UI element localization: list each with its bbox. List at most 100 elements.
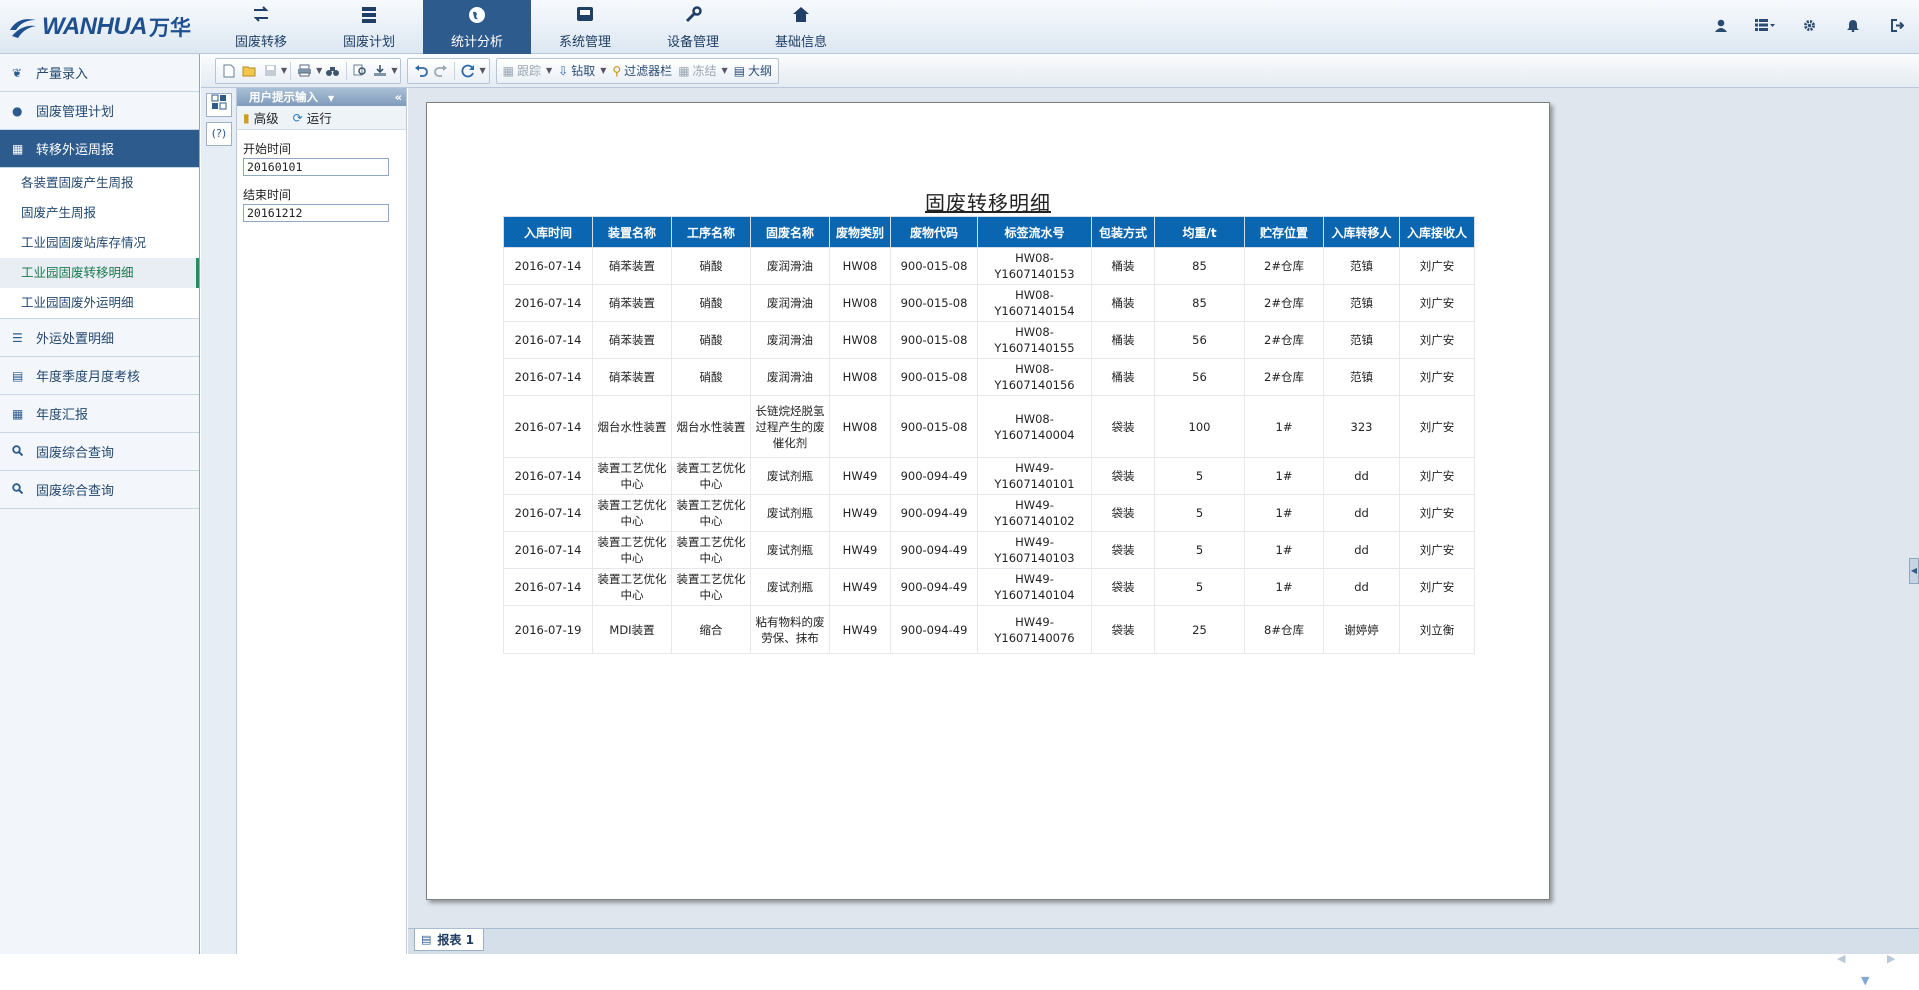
sidebar-item-transfer-weekly[interactable]: ▦ 转移外运周报 (0, 130, 199, 168)
user-icon[interactable] (1699, 19, 1743, 36)
redo-icon[interactable] (431, 61, 451, 81)
toolbar-divider (290, 61, 292, 80)
column-header[interactable]: 装置名称 (592, 216, 672, 248)
brand-logo[interactable]: WANHUA 万华 (8, 12, 191, 42)
sheet-tab-report-1[interactable]: ▤ 报表 1 (414, 929, 484, 951)
column-header[interactable]: 均重/t (1154, 216, 1245, 248)
sidebar-item-annual-report[interactable]: ▦ 年度汇报 (0, 395, 199, 433)
header-actions (1699, 0, 1919, 54)
wanhua-logo-icon (8, 12, 38, 42)
sidebar-item-assessment[interactable]: ▤ 年度季度月度考核 (0, 357, 199, 395)
submenu-item-unit-weekly[interactable]: 各装置固废产生周报 (0, 168, 199, 198)
column-header[interactable]: 入库转移人 (1323, 216, 1400, 248)
nav-basic-info[interactable]: 基础信息 (747, 0, 855, 54)
table-cell: 56 (1154, 358, 1245, 396)
advanced-button[interactable]: ▮ 高级 (243, 108, 279, 127)
help-icon[interactable]: (?) (206, 122, 232, 146)
sidebar-item-label: 年度季度月度考核 (36, 370, 141, 385)
open-folder-icon[interactable] (239, 61, 260, 81)
refresh-icon[interactable] (458, 61, 478, 81)
table-cell: 桶装 (1091, 247, 1155, 285)
sidebar-item-query-2[interactable]: 固废综合查询 (0, 471, 199, 509)
table-cell: 2016-07-14 (503, 531, 593, 569)
table-cell: 装置工艺优化中心 (592, 457, 672, 495)
nav-solid-waste-transfer[interactable]: 固废转移 (207, 0, 315, 54)
undo-icon[interactable] (411, 61, 431, 81)
arrow-down-icon[interactable]: ▼ (1861, 974, 1869, 987)
sidebar-item-label: 固废管理计划 (36, 105, 115, 120)
nav-label: 基础信息 (774, 35, 827, 50)
submenu-item-transfer-detail[interactable]: 工业园固废转移明细 (0, 258, 199, 288)
submenu-item-station-stock[interactable]: 工业园固废站库存情况 (0, 228, 199, 258)
start-time-input[interactable] (243, 158, 389, 176)
chevron-down-icon[interactable]: ▼ (328, 94, 334, 103)
column-header[interactable]: 废物代码 (890, 216, 978, 248)
table-cell: 85 (1154, 284, 1245, 322)
table-cell: HW08-Y1607140153 (977, 247, 1092, 285)
sidebar-item-query-1[interactable]: 固废综合查询 (0, 433, 199, 471)
bell-icon[interactable] (1831, 19, 1875, 36)
end-time-input[interactable] (243, 204, 389, 222)
print-icon[interactable] (294, 61, 315, 81)
column-header[interactable]: 工序名称 (671, 216, 751, 248)
gear-icon[interactable] (1787, 19, 1831, 36)
list-menu-icon[interactable] (1743, 19, 1787, 35)
filter-bar-button[interactable]: ⚲ 过滤器栏 (609, 61, 675, 81)
table-cell: 900-015-08 (890, 321, 978, 359)
search-icon[interactable] (350, 61, 370, 81)
new-file-icon[interactable] (219, 61, 239, 81)
table-cell: 废试剂瓶 (750, 531, 830, 569)
column-header[interactable]: 贮存位置 (1244, 216, 1324, 248)
transfer-weekly-submenu: 各装置固废产生周报 固废产生周报 工业园固废站库存情况 工业园固废转移明细 工业… (0, 168, 199, 319)
param-panel-actions: ▮ 高级 ⟳ 运行 (237, 106, 406, 130)
trace-button[interactable]: ▦ 跟踪 ▼ (500, 61, 556, 81)
outline-button[interactable]: ▤ 大纲 (731, 61, 775, 81)
run-button[interactable]: ⟳ 运行 (293, 108, 332, 127)
column-header[interactable]: 标签流水号 (977, 216, 1092, 248)
table-cell: HW08 (829, 284, 891, 322)
nav-equipment-management[interactable]: 设备管理 (639, 0, 747, 54)
table-cell: 2016-07-14 (503, 358, 593, 396)
column-header[interactable]: 固废名称 (750, 216, 830, 248)
panel-icon-strip: (?) (201, 88, 237, 954)
toolbar-divider (454, 61, 456, 80)
advanced-icon: ▮ (243, 110, 250, 125)
advanced-label: 高级 (253, 111, 279, 126)
freeze-button[interactable]: ▦ 冻结 ▼ (675, 61, 731, 81)
table-cell: 长链烷烃脱氢过程产生的废催化剂 (750, 395, 830, 458)
chevron-down-icon[interactable]: ▼ (391, 66, 397, 75)
column-header[interactable]: 废物类别 (829, 216, 891, 248)
find-binoculars-icon[interactable] (322, 61, 343, 81)
table-cell: 刘广安 (1399, 531, 1475, 569)
filter-bar-label: 过滤器栏 (624, 64, 673, 78)
column-header[interactable]: 包装方式 (1091, 216, 1155, 248)
nav-solid-waste-plan[interactable]: 固废计划 (315, 0, 423, 54)
top-header: WANHUA 万华 固废转移 固废计划 统计分析 系统管理 设备管理 基础信息 (0, 0, 1919, 54)
sidebar-item-waste-plan[interactable]: ● 固废管理计划 (0, 92, 199, 130)
sidebar-item-disposal-detail[interactable]: ☰ 外运处置明细 (0, 319, 199, 357)
column-header[interactable]: 入库时间 (503, 216, 593, 248)
table-cell: 废润滑油 (750, 358, 830, 396)
table-cell: 硝酸 (671, 358, 751, 396)
drill-button[interactable]: ⇩ 钻取 ▼ (555, 61, 609, 81)
calendar-icon: ▦ (12, 406, 24, 421)
analysis-toolbar-group: ▦ 跟踪 ▼ ⇩ 钻取 ▼ ⚲ 过滤器栏 ▦ 冻结 ▼ ▤ 大纲 (495, 57, 780, 84)
submenu-item-waste-weekly[interactable]: 固废产生周报 (0, 198, 199, 228)
nav-system-management[interactable]: 系统管理 (531, 0, 639, 54)
chevron-down-icon[interactable]: ▼ (479, 66, 485, 75)
side-panel-expand-icon[interactable]: ◀ (1909, 558, 1919, 584)
table-cell: 刘广安 (1399, 568, 1475, 606)
search-icon (12, 482, 36, 497)
submenu-item-outbound-detail[interactable]: 工业园固废外运明细 (0, 288, 199, 318)
logout-icon[interactable] (1875, 18, 1919, 36)
param-panel-toggle-icon[interactable] (206, 93, 232, 117)
table-header-row: 入库时间 装置名称 工序名称 固废名称 废物类别 废物代码 标签流水号 包装方式 均重/t 贮存位… (503, 216, 1475, 248)
collapse-panel-icon[interactable]: « (395, 88, 402, 106)
export-icon[interactable] (370, 61, 390, 81)
save-icon[interactable] (260, 61, 280, 81)
trace-icon: ▦ (502, 63, 514, 78)
sidebar-item-production-entry[interactable]: ❦ 产量录入 (0, 54, 199, 92)
chevron-down-icon[interactable]: ▼ (281, 66, 287, 75)
nav-statistics[interactable]: 统计分析 (423, 0, 531, 54)
column-header[interactable]: 入库接收人 (1399, 216, 1475, 248)
